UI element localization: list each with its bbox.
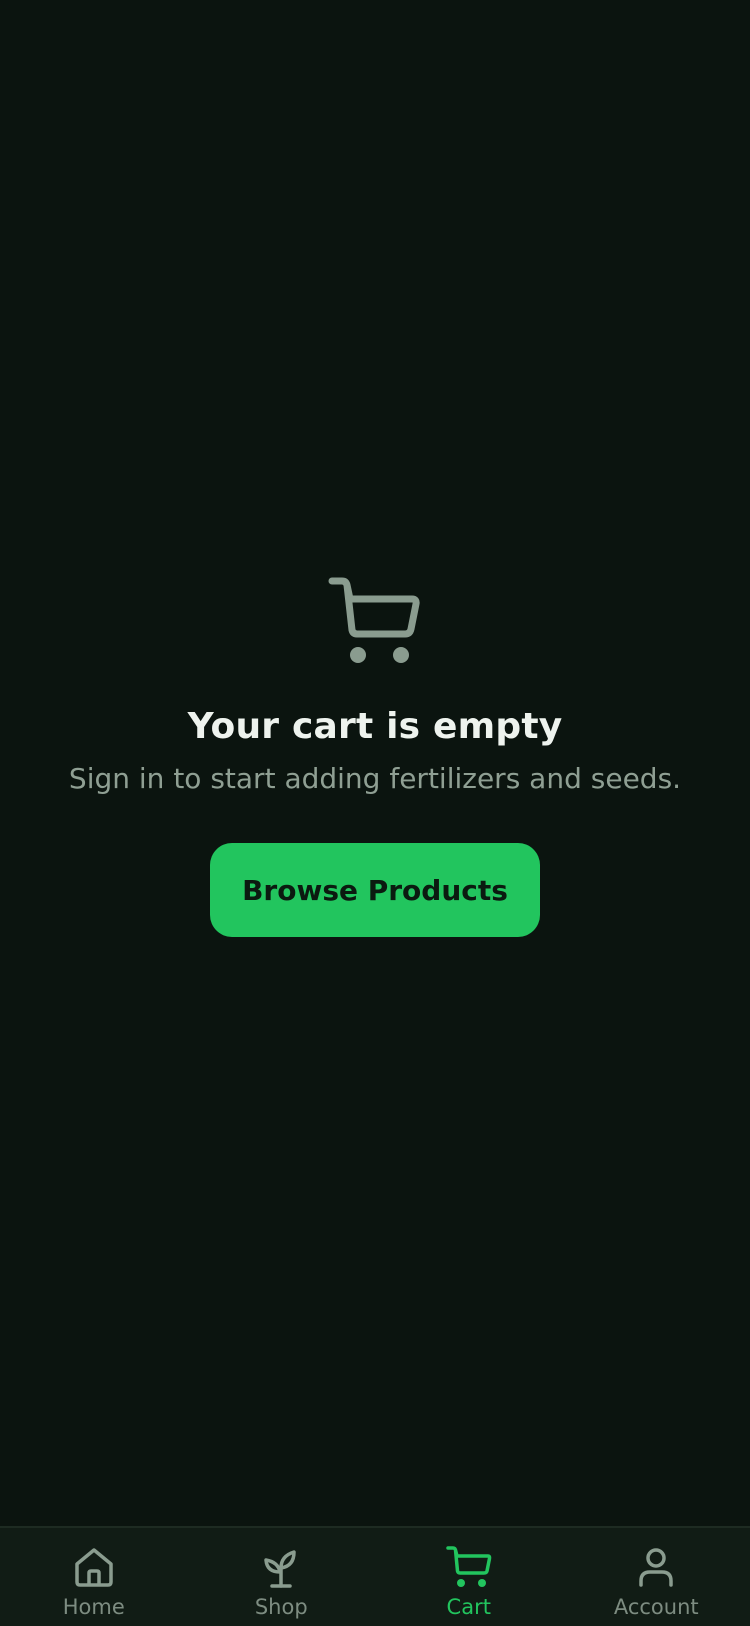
browse-products-label: Browse Products (242, 874, 508, 907)
cart-icon (446, 1544, 492, 1590)
tab-shop[interactable]: Shop (188, 1528, 376, 1626)
tab-cart-label: Cart (447, 1594, 491, 1620)
tab-home-label: Home (63, 1594, 125, 1620)
empty-cart-state: Your cart is empty Sign in to start addi… (0, 575, 750, 937)
browse-products-button[interactable]: Browse Products (210, 843, 540, 937)
empty-cart-subtitle: Sign in to start adding fertilizers and … (69, 761, 681, 797)
tab-cart[interactable]: Cart (375, 1528, 563, 1626)
home-icon (71, 1544, 117, 1590)
tab-shop-label: Shop (255, 1594, 308, 1620)
sprout-icon (258, 1544, 304, 1590)
cart-screen: Your cart is empty Sign in to start addi… (0, 0, 750, 1624)
empty-cart-title: Your cart is empty (188, 705, 563, 749)
user-icon (633, 1544, 679, 1590)
bottom-tab-bar: Home Shop Cart Account (0, 1526, 750, 1626)
tab-home[interactable]: Home (0, 1528, 188, 1626)
shopping-cart-icon (328, 575, 422, 669)
tab-account[interactable]: Account (563, 1528, 750, 1626)
tab-account-label: Account (614, 1594, 699, 1620)
